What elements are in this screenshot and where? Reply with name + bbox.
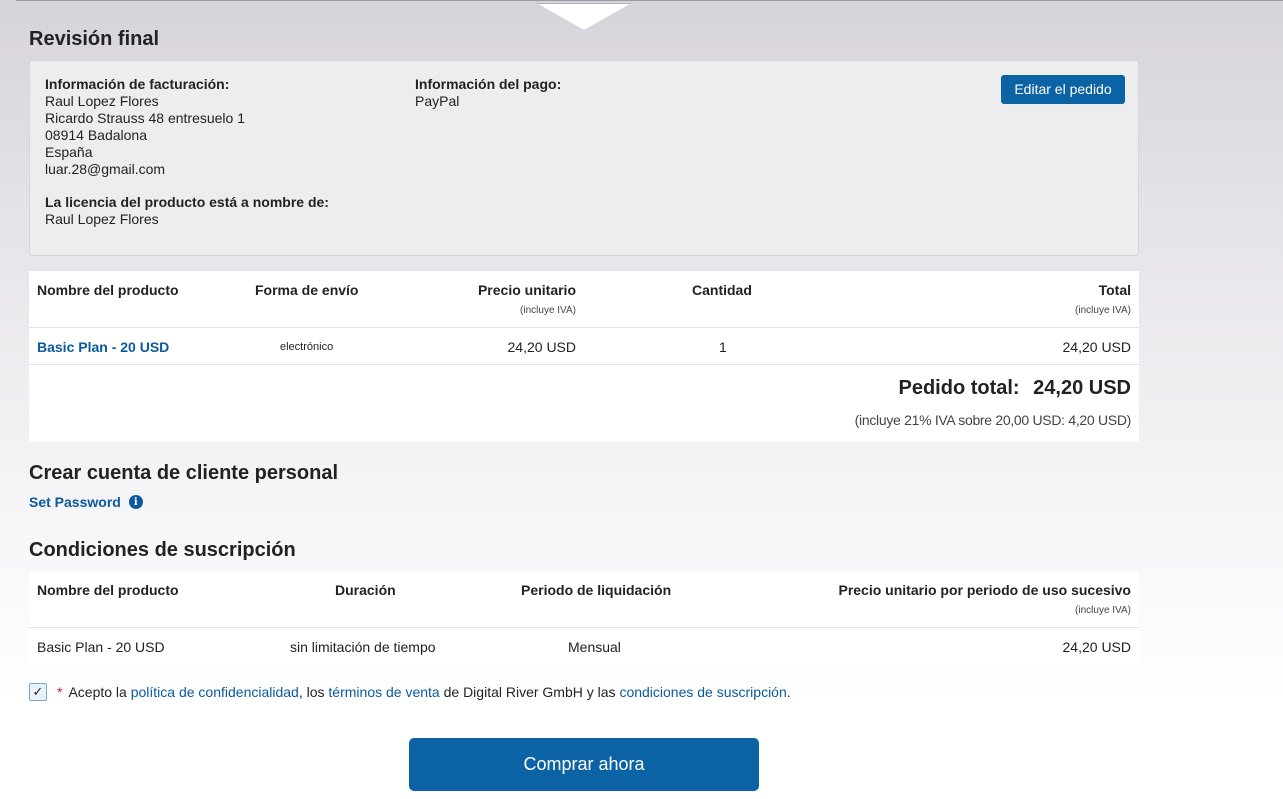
- subscription-conditions-link[interactable]: condiciones de suscripción: [619, 684, 786, 700]
- consent-text-3: de Digital River GmbH y las: [439, 684, 620, 700]
- col-header-product: Nombre del producto: [37, 582, 179, 598]
- col-header-unit-price: Precio unitario: [477, 282, 576, 298]
- billing-country: España: [45, 144, 93, 160]
- top-border: [16, 0, 1283, 5]
- row-divider: [29, 364, 1139, 365]
- required-mark: *: [57, 684, 63, 700]
- cell-total: 24,20 USD: [1062, 339, 1131, 355]
- check-icon: ✓: [32, 684, 44, 699]
- cell-shipping: electrónico: [280, 341, 334, 353]
- consent-row: ✓ * Acepto la política de confidencialid…: [29, 683, 791, 701]
- review-box: Información de facturación: Raul Lopez F…: [29, 60, 1139, 256]
- row-divider: [29, 327, 1139, 328]
- billing-info: Información de facturación: Raul Lopez F…: [45, 76, 329, 228]
- subscription-title: Condiciones de suscripción: [29, 539, 296, 561]
- col-header-billing-period: Periodo de liquidación: [521, 582, 672, 598]
- review-title: Revisión final: [29, 28, 160, 50]
- cell-duration: sin limitación de tiempo: [290, 639, 436, 655]
- consent-checkbox[interactable]: ✓: [29, 683, 47, 701]
- terms-of-sale-link[interactable]: términos de venta: [328, 684, 439, 700]
- consent-text-1: Acepto la: [68, 684, 131, 700]
- cell-unit-price: 24,20 USD: [507, 339, 576, 355]
- cell-product: Basic Plan - 20 USD: [37, 639, 165, 655]
- set-password-link[interactable]: Set Password: [29, 494, 121, 510]
- billing-label: Información de facturación:: [45, 76, 230, 92]
- edit-order-button[interactable]: Editar el pedido: [1001, 75, 1125, 104]
- col-header-shipping: Forma de envío: [255, 282, 359, 298]
- billing-city: 08914 Badalona: [45, 127, 147, 143]
- cell-quantity: 1: [719, 339, 727, 355]
- order-total-label: Pedido total:: [898, 377, 1020, 399]
- order-table: Nombre del producto Forma de envío Preci…: [29, 271, 1139, 442]
- consent-text-2: , los: [298, 684, 329, 700]
- col-header-product: Nombre del producto: [37, 282, 179, 298]
- account-title: Crear cuenta de cliente personal: [29, 462, 339, 484]
- payment-label: Información del pago:: [415, 76, 562, 92]
- order-total-value: 24,20 USD: [1033, 377, 1131, 399]
- license-label: La licencia del producto está a nombre d…: [45, 194, 329, 210]
- billing-email: luar.28@gmail.com: [45, 161, 166, 177]
- payment-method: PayPal: [415, 93, 460, 109]
- buy-now-button[interactable]: Comprar ahora: [409, 738, 759, 791]
- col-header-total: Total: [1098, 282, 1131, 298]
- col-header-unit-price-note: (incluye IVA): [520, 305, 576, 316]
- billing-name: Raul Lopez Flores: [45, 93, 159, 109]
- payment-info: Información del pago: PayPal: [415, 76, 561, 110]
- row-divider: [29, 627, 1139, 628]
- info-icon[interactable]: i: [128, 495, 143, 509]
- privacy-policy-link[interactable]: política de confidencialidad: [131, 684, 299, 700]
- vat-note: (incluye 21% IVA sobre 20,00 USD: 4,20 U…: [854, 412, 1132, 428]
- product-link[interactable]: Basic Plan - 20 USD: [37, 339, 169, 355]
- subscription-table: Nombre del producto Duración Periodo de …: [29, 571, 1139, 664]
- col-header-unit-price-note: (incluye IVA): [1075, 605, 1131, 616]
- col-header-unit-price: Precio unitario por periodo de uso suces…: [838, 582, 1131, 598]
- billing-street: Ricardo Strauss 48 entresuelo 1: [45, 110, 245, 126]
- col-header-total-note: (incluye IVA): [1075, 305, 1131, 316]
- cell-unit-price: 24,20 USD: [1062, 639, 1131, 655]
- cell-billing-period: Mensual: [568, 639, 621, 655]
- col-header-quantity: Cantidad: [692, 282, 752, 298]
- set-password: Set Password i: [29, 494, 143, 510]
- order-total: Pedido total: 24,20 USD: [898, 377, 1131, 400]
- step-notch: [538, 4, 630, 30]
- col-header-duration: Duración: [335, 582, 396, 598]
- license-name: Raul Lopez Flores: [45, 211, 159, 227]
- consent-text-4: .: [786, 684, 791, 700]
